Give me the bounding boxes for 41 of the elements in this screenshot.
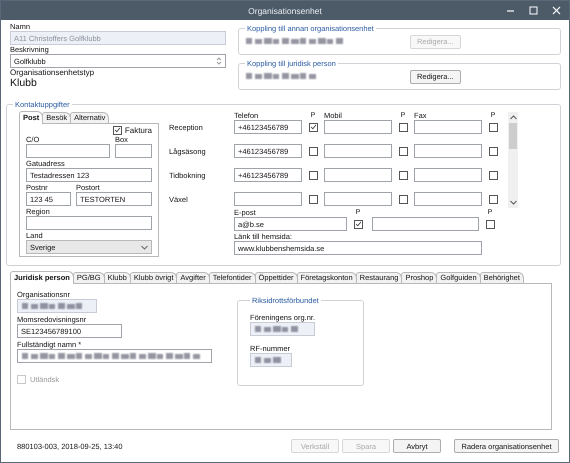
address-field[interactable] — [26, 216, 152, 230]
checkbox[interactable] — [488, 194, 498, 204]
scroll-down-icon[interactable] — [510, 200, 516, 205]
address-field[interactable] — [26, 144, 110, 158]
email-field[interactable] — [372, 217, 479, 231]
checkbox[interactable] — [488, 122, 498, 132]
phone-field[interactable] — [324, 168, 392, 182]
checkbox[interactable] — [308, 194, 318, 204]
checkbox[interactable] — [398, 194, 408, 204]
checkbox[interactable] — [308, 122, 318, 132]
checkbox[interactable] — [398, 170, 408, 180]
address-field[interactable] — [115, 144, 152, 158]
phone-field[interactable] — [414, 192, 482, 206]
checkbox[interactable] — [354, 220, 362, 228]
spinner-icon[interactable] — [216, 56, 222, 66]
scrollbar[interactable] — [508, 112, 518, 208]
checkbox[interactable] — [488, 170, 498, 180]
checkbox[interactable] — [488, 146, 498, 156]
phone-field[interactable] — [414, 120, 482, 134]
phone-field[interactable] — [414, 168, 482, 182]
phone-field[interactable] — [414, 144, 482, 158]
phone-field[interactable] — [324, 192, 392, 206]
scroll-up-icon[interactable] — [510, 115, 516, 120]
checkbox[interactable] — [486, 220, 494, 228]
checkbox[interactable] — [398, 122, 408, 132]
checkbox[interactable] — [308, 170, 318, 180]
checkbox[interactable] — [398, 146, 408, 156]
maximize-icon[interactable] — [529, 6, 538, 15]
close-icon[interactable] — [552, 6, 561, 15]
chevron-down-icon — [141, 244, 148, 250]
type-value: Klubb — [10, 77, 38, 90]
phone-field[interactable] — [324, 144, 392, 158]
phone-field[interactable] — [324, 120, 392, 134]
window-title: Organisationsenhet — [248, 6, 322, 16]
checkbox[interactable] — [112, 126, 122, 134]
scrollbar-thumb[interactable] — [509, 123, 517, 149]
text-field[interactable] — [17, 349, 212, 363]
checkbox[interactable] — [308, 146, 318, 156]
phone-field[interactable] — [234, 192, 302, 206]
checkbox-label: Faktura — [124, 126, 152, 134]
field-label: Organisationsenhetstyp — [10, 68, 96, 77]
